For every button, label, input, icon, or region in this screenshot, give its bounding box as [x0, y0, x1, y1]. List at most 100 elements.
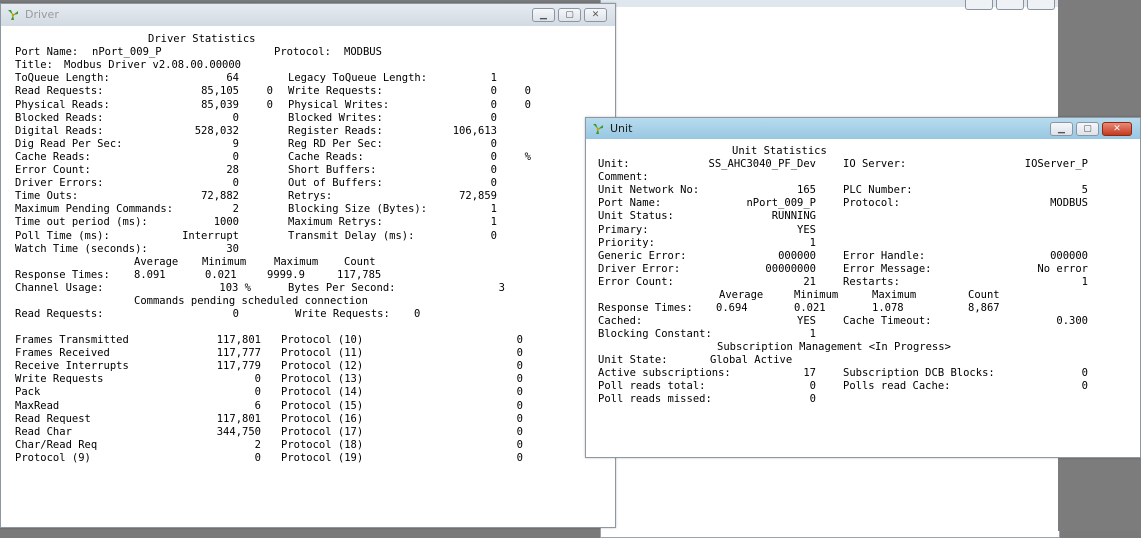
frame-stat-value: 0: [254, 386, 261, 399]
frame-stat-value: 117,777: [216, 347, 261, 360]
driver-close-button[interactable]: ✕: [584, 8, 607, 22]
maximize-icon: ▢: [565, 10, 574, 20]
frame-stat-value: 0: [516, 412, 523, 425]
blocking-constant-label: Blocking Constant:: [598, 328, 712, 340]
port-name-value: nPort_009_P: [92, 46, 162, 58]
frame-stat-label: Protocol (18): [281, 438, 364, 451]
stat-value: 85,039: [201, 98, 239, 111]
resp-header-minimum: Minimum: [202, 256, 247, 268]
frame-stat-label: Protocol (14): [281, 386, 364, 399]
unit-stat-value: 5: [1081, 184, 1088, 197]
unit-statistics-panel: Unit Statistics Unit: SS_AHC3040_PF_Dev IO…: [586, 139, 1140, 457]
stat-label: Digital Reads:: [15, 124, 104, 137]
port-name-label: Port Name:: [15, 46, 79, 58]
channel-usage-value: 103 %: [219, 282, 251, 294]
frame-stat-label: Protocol (10): [281, 334, 364, 346]
minimize-icon: ▁: [1058, 124, 1065, 134]
unit-resp-header-average: Average: [719, 289, 764, 301]
stat-label: Write Requests:: [288, 85, 383, 98]
unit-stat-label: Priority:: [598, 236, 655, 249]
maximize-icon: ▢: [1083, 124, 1092, 134]
blocking-constant-value: 1: [809, 328, 816, 340]
unit-resp-maximum-value: 1.078: [872, 302, 904, 314]
unit-window: Unit ▁ ▢ ✕ Unit Statistics Unit: SS_AHC30…: [585, 117, 1141, 458]
frame-stat-value: 117,779: [216, 360, 261, 373]
stat-label: Error Count:: [15, 164, 91, 176]
unit-stat-value: 0: [809, 393, 816, 406]
frame-stat-value: 117,801: [216, 412, 261, 425]
stat-label: Blocking Size (Bytes):: [288, 203, 428, 216]
frame-stat-value: 0: [516, 451, 523, 464]
unit-stat-value: YES: [797, 223, 816, 236]
stat-label: Cache Reads:: [15, 150, 91, 163]
stat-value: 0: [232, 177, 239, 190]
unit-stat-value: No error: [1037, 262, 1088, 275]
unit-stat-value: 17: [803, 367, 816, 379]
driver-titlebar[interactable]: Driver ▁ ▢ ✕: [1, 4, 615, 26]
unit-stat-value: 1: [1081, 275, 1088, 288]
pending-commands-heading: Commands pending scheduled connection: [134, 295, 368, 307]
frame-stat-value: 0: [516, 386, 523, 399]
stat-label: Transmit Delay (ms):: [288, 229, 415, 242]
unit-stat-label: Error Count:: [598, 275, 674, 288]
protocol-value: MODBUS: [344, 46, 382, 58]
stat-label: Dig Read Per Sec:: [15, 137, 123, 150]
unit-stat-value: 0: [1081, 367, 1088, 379]
stat-label: Out of Buffers:: [288, 177, 383, 190]
protocol-label: Protocol:: [274, 46, 331, 58]
unit-titlebar[interactable]: Unit ▁ ▢ ✕: [586, 118, 1140, 140]
cached-value: YES: [797, 315, 816, 327]
unit-window-controls: ▁ ▢ ✕: [1050, 122, 1132, 136]
frame-stat-label: Protocol (16): [281, 412, 364, 425]
frame-stat-value: 0: [516, 360, 523, 373]
driver-minimize-button[interactable]: ▁: [532, 8, 555, 22]
unit-close-button[interactable]: ✕: [1102, 122, 1132, 136]
unit-stat-value: 000000: [1050, 249, 1088, 262]
cache-timeout-label: Cache Timeout:: [843, 315, 932, 327]
resp-header-maximum: Maximum: [274, 256, 319, 268]
stat-label: Time Outs:: [15, 190, 79, 203]
stat-value: 0: [490, 85, 497, 98]
frame-stat-label: Protocol (13): [281, 373, 364, 386]
stat-extra-value: 0: [266, 85, 273, 98]
channel-usage-label: Channel Usage:: [15, 282, 104, 294]
frame-stat-value: 0: [516, 399, 523, 412]
stat-value: 28: [226, 164, 239, 176]
unit-resp-header-maximum: Maximum: [872, 289, 917, 301]
unit-stat-value: 0: [809, 380, 816, 393]
unit-stat-label: Driver Error:: [598, 262, 681, 275]
background-minimize-button[interactable]: [965, 0, 993, 10]
close-icon: ✕: [591, 10, 600, 20]
unit-response-times-label: Response Times:: [598, 302, 693, 314]
stat-label: Blocked Reads:: [15, 111, 104, 124]
background-maximize-button[interactable]: [996, 0, 1024, 10]
frame-stat-label: Protocol (15): [281, 399, 364, 412]
frame-stat-value: 0: [516, 373, 523, 386]
unit-stat-value: 000000: [778, 249, 816, 262]
frame-stat-label: Write Requests: [15, 373, 104, 386]
unit-stat-label: Error Handle:: [843, 249, 926, 262]
title-value: Modbus Driver v2.08.00.00000: [64, 59, 242, 71]
unit-stat-value: 0: [1081, 380, 1088, 393]
unit-stat-value: 00000000: [765, 262, 816, 275]
title-label: Title:: [15, 59, 53, 71]
stat-label: Blocked Writes:: [288, 111, 383, 124]
unit-stat-value: 165: [797, 184, 816, 197]
driver-maximize-button[interactable]: ▢: [558, 8, 581, 22]
unit-minimize-button[interactable]: ▁: [1050, 122, 1073, 136]
unit-stat-label: Primary:: [598, 223, 649, 236]
driver-window-controls: ▁ ▢ ✕: [532, 8, 607, 22]
frame-stat-label: Pack: [15, 386, 41, 399]
stat-value: 0: [490, 164, 497, 176]
unit-statistics-heading: Unit Statistics: [732, 145, 827, 157]
background-close-button[interactable]: [1027, 0, 1055, 10]
unit-resp-minimum-value: 0.021: [794, 302, 826, 314]
unit-maximize-button[interactable]: ▢: [1076, 122, 1099, 136]
frame-stat-value: 2: [254, 438, 261, 451]
stat-value: 0: [490, 177, 497, 190]
stat-value: 0: [490, 150, 497, 163]
stat-label: Time out period (ms):: [15, 216, 148, 229]
stat-extra-value: %: [524, 150, 531, 163]
stat-label: Register Reads:: [288, 124, 383, 137]
frame-stat-value: 0: [254, 451, 261, 464]
